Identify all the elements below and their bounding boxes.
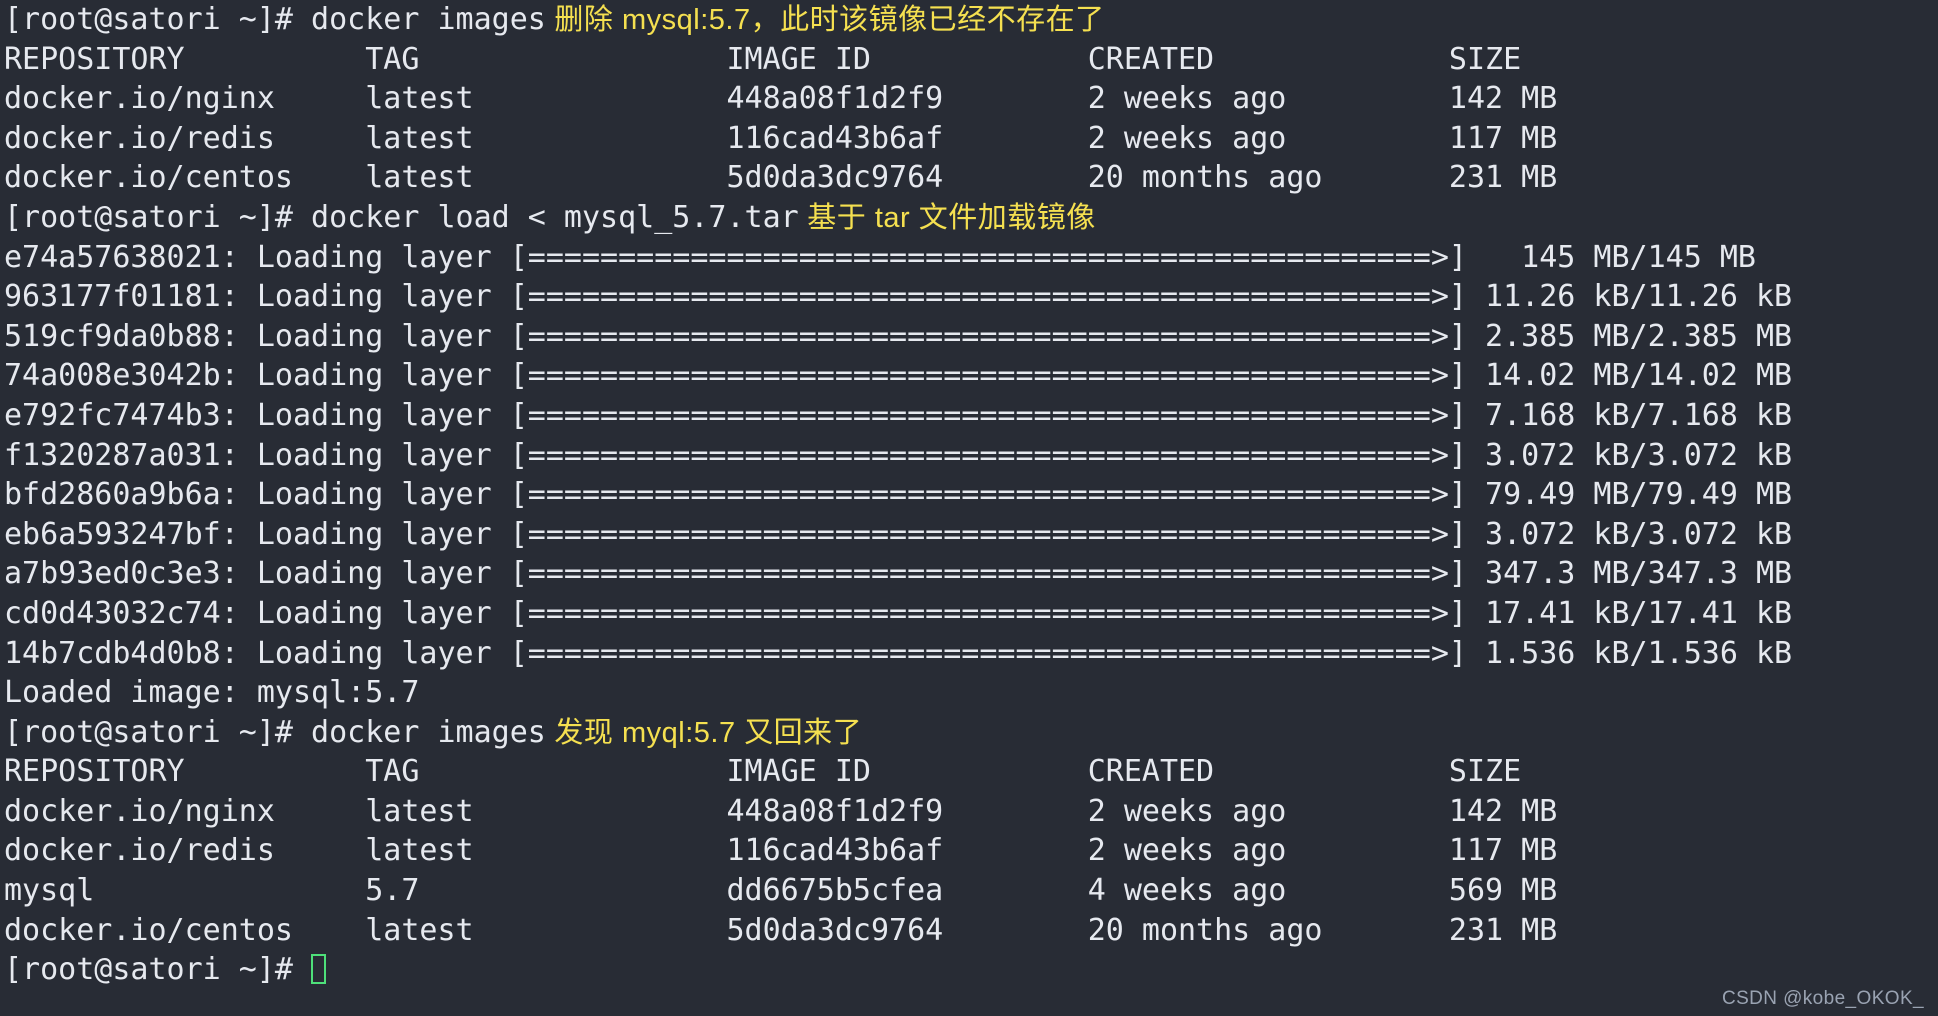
terminal-prompt-line: [root@satori ~]# — [0, 950, 1938, 990]
terminal-output-line: 74a008e3042b: Loading layer [===========… — [0, 356, 1938, 396]
output-text: docker.io/centos latest 5d0da3dc9764 20 … — [4, 912, 1558, 948]
terminal-output[interactable]: [root@satori ~]# docker images 删除 mysql:… — [0, 0, 1938, 990]
output-text: 74a008e3042b: Loading layer [===========… — [4, 358, 1793, 394]
output-text: cd0d43032c74: Loading layer [===========… — [4, 595, 1793, 631]
output-text: 519cf9da0b88: Loading layer [===========… — [4, 318, 1793, 354]
shell-prompt: [root@satori ~]# — [4, 952, 312, 988]
shell-command: docker images — [311, 2, 546, 37]
watermark: CSDN @kobe_OKOK_ — [1721, 988, 1924, 1009]
shell-command: docker load < mysql_5.7.tar — [311, 199, 799, 235]
output-text: 14b7cdb4d0b8: Loading layer [===========… — [4, 635, 1793, 671]
terminal-output-line: docker.io/redis latest 116cad43b6af 2 we… — [0, 831, 1938, 871]
terminal-output-line: docker.io/redis latest 116cad43b6af 2 we… — [0, 119, 1938, 159]
output-text: a7b93ed0c3e3: Loading layer [===========… — [4, 556, 1793, 592]
annotation-text: 基于 tar 文件加载镜像 — [798, 201, 1096, 234]
output-text: docker.io/redis latest 116cad43b6af 2 we… — [4, 120, 1558, 156]
terminal-output-line: a7b93ed0c3e3: Loading layer [===========… — [0, 554, 1938, 594]
terminal-output-line: REPOSITORY TAG IMAGE ID CREATED SIZE — [0, 40, 1938, 80]
shell-command: docker images — [311, 714, 546, 750]
terminal-output-line: eb6a593247bf: Loading layer [===========… — [0, 515, 1938, 555]
output-text: docker.io/centos latest 5d0da3dc9764 20 … — [4, 160, 1558, 196]
terminal-output-line: REPOSITORY TAG IMAGE ID CREATED SIZE — [0, 752, 1938, 792]
terminal-output-line: bfd2860a9b6a: Loading layer [===========… — [0, 475, 1938, 515]
output-text: f1320287a031: Loading layer [===========… — [4, 437, 1793, 473]
annotation-text: 发现 myql:5.7 又回来了 — [545, 716, 863, 749]
terminal-output-line: mysql 5.7 dd6675b5cfea 4 weeks ago 569 M… — [0, 871, 1938, 911]
terminal-command-line: [root@satori ~]# docker load < mysql_5.7… — [0, 198, 1938, 238]
terminal-output-line: f1320287a031: Loading layer [===========… — [0, 436, 1938, 476]
terminal-output-line: Loaded image: mysql:5.7 — [0, 673, 1938, 713]
shell-prompt: [root@satori ~]# — [4, 2, 312, 37]
terminal-output-line: docker.io/nginx latest 448a08f1d2f9 2 we… — [0, 79, 1938, 119]
terminal-output-line: 14b7cdb4d0b8: Loading layer [===========… — [0, 634, 1938, 674]
shell-prompt: [root@satori ~]# — [4, 714, 312, 750]
annotation-text: 删除 mysql:5.7，此时该镜像已经不存在了 — [545, 4, 1105, 36]
terminal-output-line: docker.io/nginx latest 448a08f1d2f9 2 we… — [0, 792, 1938, 832]
output-text: eb6a593247bf: Loading layer [===========… — [4, 516, 1793, 552]
terminal-command-line: [root@satori ~]# docker images 删除 mysql:… — [0, 0, 1938, 40]
output-text: REPOSITORY TAG IMAGE ID CREATED SIZE — [4, 754, 1522, 790]
text-cursor[interactable] — [311, 954, 327, 985]
output-text: docker.io/nginx latest 448a08f1d2f9 2 we… — [4, 81, 1558, 117]
shell-prompt: [root@satori ~]# — [4, 199, 312, 235]
terminal-output-line: cd0d43032c74: Loading layer [===========… — [0, 594, 1938, 634]
terminal-output-line: 963177f01181: Loading layer [===========… — [0, 277, 1938, 317]
output-text: Loaded image: mysql:5.7 — [4, 675, 420, 711]
terminal-window[interactable]: [root@satori ~]# docker images 删除 mysql:… — [0, 0, 1938, 1016]
output-text: docker.io/nginx latest 448a08f1d2f9 2 we… — [4, 793, 1558, 829]
output-text: e74a57638021: Loading layer [===========… — [4, 239, 1756, 275]
terminal-output-line: e792fc7474b3: Loading layer [===========… — [0, 396, 1938, 436]
output-text: mysql 5.7 dd6675b5cfea 4 weeks ago 569 M… — [4, 873, 1558, 909]
terminal-command-line: [root@satori ~]# docker images 发现 myql:5… — [0, 713, 1938, 753]
output-text: REPOSITORY TAG IMAGE ID CREATED SIZE — [4, 41, 1522, 77]
terminal-output-line: 519cf9da0b88: Loading layer [===========… — [0, 317, 1938, 357]
output-text: docker.io/redis latest 116cad43b6af 2 we… — [4, 833, 1558, 869]
output-text: e792fc7474b3: Loading layer [===========… — [4, 397, 1793, 433]
output-text: 963177f01181: Loading layer [===========… — [4, 279, 1793, 315]
terminal-output-line: docker.io/centos latest 5d0da3dc9764 20 … — [0, 911, 1938, 951]
terminal-output-line: docker.io/centos latest 5d0da3dc9764 20 … — [0, 158, 1938, 198]
output-text: bfd2860a9b6a: Loading layer [===========… — [4, 477, 1793, 513]
terminal-output-line: e74a57638021: Loading layer [===========… — [0, 238, 1938, 278]
